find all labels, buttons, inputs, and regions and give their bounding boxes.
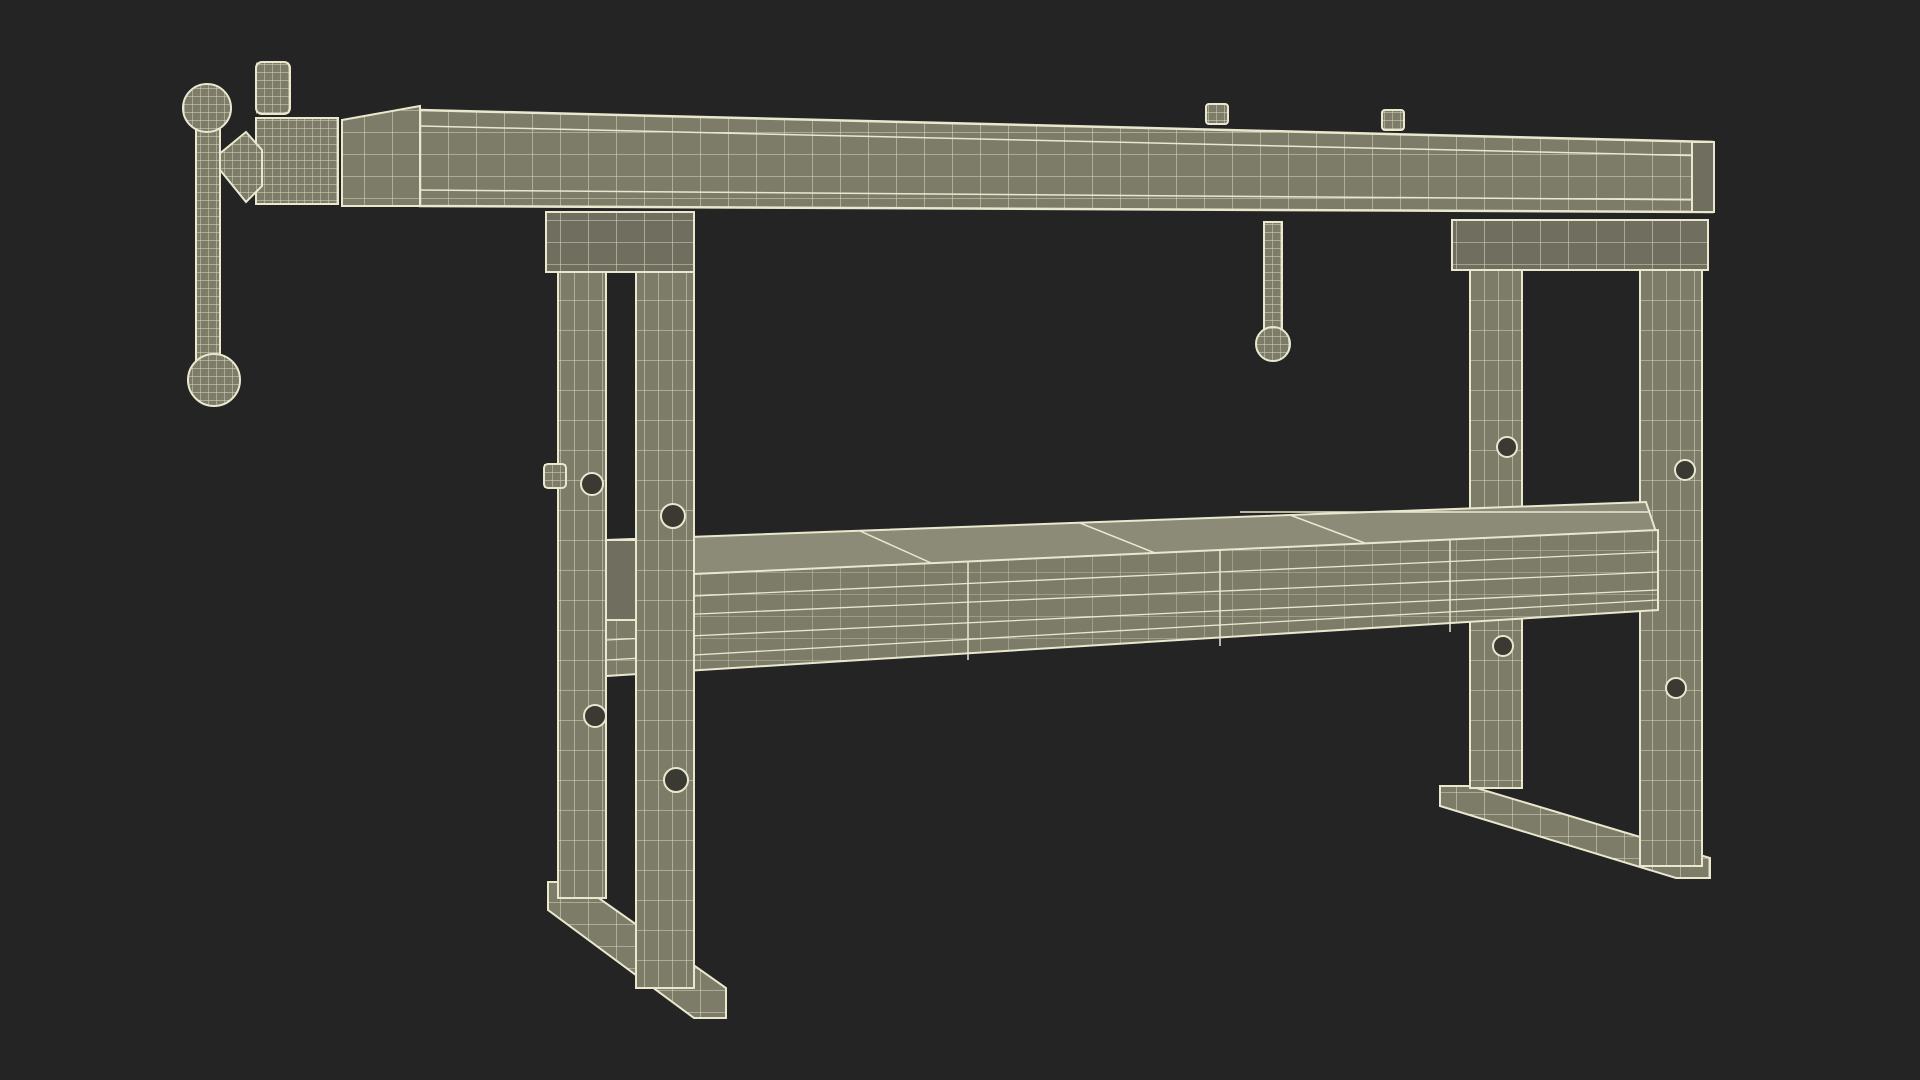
bolt-hole	[1496, 436, 1518, 458]
render-viewport	[0, 0, 1920, 1080]
bolt-hole	[663, 767, 689, 793]
bench-top	[341, 103, 1715, 214]
tail-vise-handle	[1255, 221, 1291, 362]
bolt-hole	[580, 472, 604, 496]
bolt-hole	[1665, 677, 1687, 699]
bolt-hole	[583, 704, 607, 728]
bench-top-end	[1691, 141, 1715, 213]
bolt-hole	[660, 503, 686, 529]
front-vise	[182, 61, 339, 407]
shelf-left-end	[605, 539, 637, 621]
workbench-scene	[182, 61, 1715, 1019]
bolt-hole	[1492, 635, 1514, 657]
bolt-hole	[1674, 459, 1696, 481]
